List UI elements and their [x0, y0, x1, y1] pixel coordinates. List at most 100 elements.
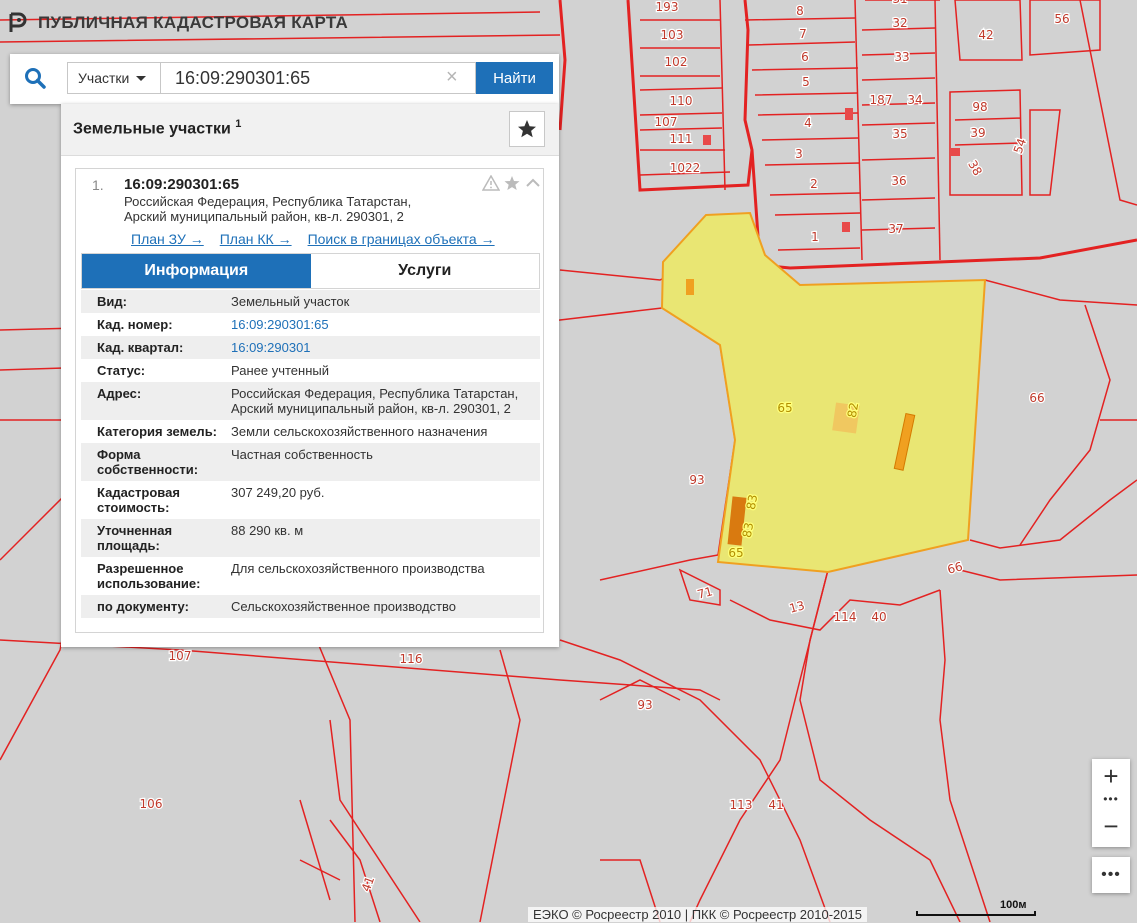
- star-icon[interactable]: [503, 175, 521, 191]
- info-row: Разрешенное использование: Для сельскохоз…: [97, 561, 485, 591]
- chevron-up-icon[interactable]: [524, 175, 542, 191]
- cad-number-link[interactable]: 16:09:290301:65: [231, 317, 540, 332]
- zoom-level-dots: •••: [1103, 792, 1119, 806]
- svg-text:35: 35: [892, 127, 907, 141]
- building: [845, 108, 853, 120]
- svg-text:82: 82: [845, 401, 861, 418]
- tab-services[interactable]: Услуги: [310, 254, 539, 288]
- svg-text:83: 83: [740, 521, 756, 538]
- clear-icon[interactable]: ×: [446, 67, 458, 87]
- svg-text:111: 111: [670, 132, 693, 146]
- info-row: Статус: Ранее учтенный: [97, 363, 329, 378]
- star-icon: [518, 120, 536, 138]
- info-row: Форма собственности: Частная собственност…: [81, 443, 540, 481]
- result-card[interactable]: 1. 16:09:290301:65 Российская Федерация,…: [75, 168, 544, 633]
- rosreestr-logo-icon: [9, 12, 27, 32]
- svg-text:54: 54: [1011, 136, 1029, 155]
- search-type-select[interactable]: Участки: [67, 62, 160, 94]
- chevron-down-icon: [136, 75, 147, 81]
- svg-text:93: 93: [637, 698, 652, 712]
- favorites-button[interactable]: [509, 111, 545, 147]
- result-cad-number: 16:09:290301:65: [124, 176, 240, 193]
- svg-text:34: 34: [907, 93, 922, 107]
- svg-text:33: 33: [894, 50, 909, 64]
- info-row: Кад. квартал: 16:09:290301: [81, 336, 540, 359]
- svg-text:7: 7: [799, 27, 807, 41]
- svg-text:40: 40: [871, 610, 886, 624]
- svg-text:107: 107: [169, 649, 192, 663]
- svg-text:4: 4: [804, 116, 812, 130]
- search-type-label: Участки: [78, 70, 130, 86]
- svg-text:31: 31: [892, 0, 907, 6]
- svg-text:3: 3: [795, 147, 803, 161]
- svg-text:93: 93: [689, 473, 704, 487]
- link-plan-zu[interactable]: План ЗУ →: [131, 231, 204, 247]
- svg-text:37: 37: [888, 222, 903, 236]
- building: [950, 148, 960, 156]
- attribution: ЕЭКО © Росреестр 2010 | ПКК © Росреестр …: [528, 907, 867, 922]
- svg-text:5: 5: [802, 75, 810, 89]
- result-index: 1.: [92, 177, 104, 193]
- info-row: Категория земель: Земли сельскохозяйствен…: [97, 424, 488, 439]
- svg-text:42: 42: [978, 28, 993, 42]
- building: [703, 135, 711, 145]
- app-brand: ПУБЛИЧНАЯ КАДАСТРОВАЯ КАРТА: [8, 10, 348, 36]
- info-row: по документу: Сельскохозяйственное произв…: [81, 595, 540, 618]
- search-bar: Участки × Найти: [10, 54, 559, 104]
- svg-text:66: 66: [1029, 391, 1044, 405]
- svg-text:8: 8: [796, 4, 804, 18]
- svg-text:98: 98: [972, 100, 987, 114]
- scale-label: 100м: [1000, 899, 1027, 911]
- svg-text:65: 65: [777, 401, 792, 415]
- zoom-control: + ••• −: [1092, 759, 1130, 847]
- app-title: ПУБЛИЧНАЯ КАДАСТРОВАЯ КАРТА: [38, 13, 349, 32]
- panel-title: Земельные участки 1: [73, 118, 242, 138]
- search-input[interactable]: [160, 62, 476, 94]
- info-row: Адрес: Российская Федерация, Республика Т…: [81, 382, 540, 420]
- svg-text:2: 2: [810, 177, 818, 191]
- svg-text:41: 41: [359, 874, 377, 893]
- svg-text:1022: 1022: [670, 161, 701, 175]
- link-plan-kk[interactable]: План КК →: [220, 231, 292, 247]
- find-button[interactable]: Найти: [476, 62, 553, 94]
- building: [842, 222, 850, 232]
- svg-text:38: 38: [965, 158, 985, 178]
- panel-header: Земельные участки 1: [61, 104, 559, 156]
- svg-text:193: 193: [656, 0, 679, 14]
- cad-quarter-link[interactable]: 16:09:290301: [231, 340, 540, 355]
- tab-information[interactable]: Информация: [82, 254, 311, 288]
- svg-text:13: 13: [788, 598, 806, 615]
- svg-text:187: 187: [870, 93, 893, 107]
- result-links: План ЗУ → План КК → Поиск в границах объ…: [131, 231, 495, 247]
- info-table: Вид: Земельный участок Кад. номер: 16:09:2…: [81, 290, 540, 618]
- svg-text:41: 41: [768, 798, 783, 812]
- svg-text:36: 36: [891, 174, 906, 188]
- svg-text:106: 106: [140, 797, 163, 811]
- search-icon[interactable]: [24, 67, 46, 89]
- svg-text:1: 1: [811, 230, 819, 244]
- more-button[interactable]: •••: [1092, 857, 1130, 893]
- zoom-out-button[interactable]: −: [1092, 809, 1130, 843]
- svg-text:110: 110: [670, 94, 693, 108]
- scale-bar-line: [916, 911, 1036, 916]
- results-panel: Земельные участки 1 1. 16:09:290301:65 Р…: [61, 104, 559, 647]
- svg-text:32: 32: [892, 16, 907, 30]
- svg-text:102: 102: [665, 55, 688, 69]
- svg-text:114: 114: [834, 610, 857, 624]
- warning-icon[interactable]: [482, 175, 500, 191]
- svg-text:103: 103: [661, 28, 684, 42]
- link-search-in-bounds[interactable]: Поиск в границах объекта →: [308, 231, 495, 247]
- card-actions: [482, 175, 542, 191]
- scale-bar: 100м: [916, 899, 1036, 919]
- svg-text:65: 65: [728, 546, 743, 560]
- svg-text:66: 66: [946, 559, 964, 576]
- svg-text:56: 56: [1054, 12, 1069, 26]
- svg-text:107: 107: [655, 115, 678, 129]
- svg-text:113: 113: [730, 798, 753, 812]
- svg-text:71: 71: [696, 584, 714, 601]
- svg-text:83: 83: [744, 493, 760, 510]
- zoom-in-button[interactable]: +: [1092, 759, 1130, 793]
- info-row: Кадастровая стоимость: 307 249,20 руб.: [97, 485, 325, 515]
- svg-text:116: 116: [400, 652, 423, 666]
- info-row: Вид: Земельный участок: [81, 290, 540, 313]
